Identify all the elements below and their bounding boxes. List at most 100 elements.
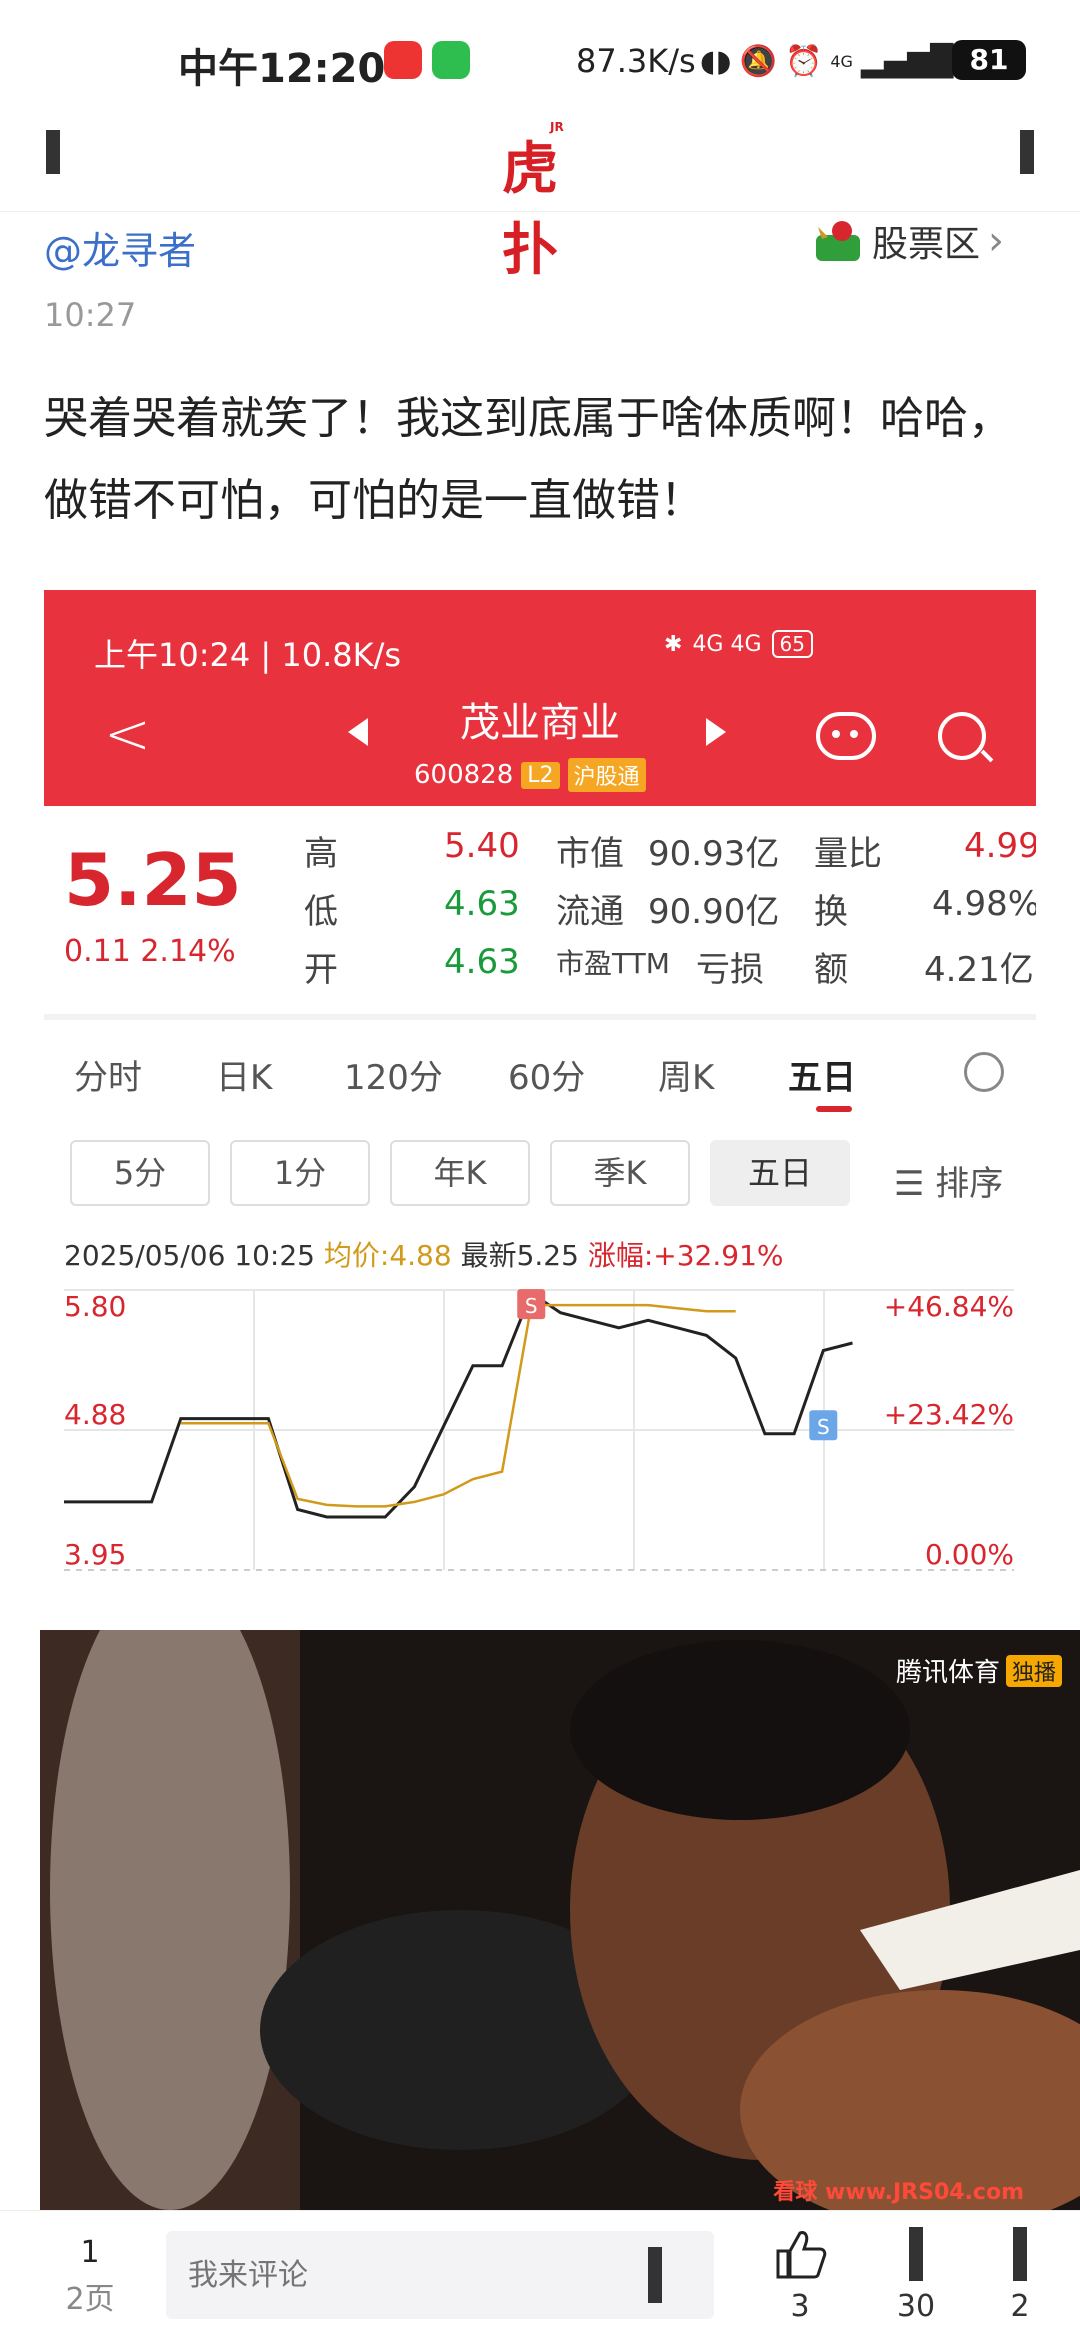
float-label: 流通 <box>556 892 624 932</box>
pe-value: 亏损 <box>696 950 764 990</box>
hupu-logo[interactable]: 虎扑 JR <box>498 120 588 283</box>
post-body: 哭着哭着就笑了！我这到底属于啥体质啊！哈哈，做错不可怕，可怕的是一直做错！ <box>44 393 1012 526</box>
period-tabs: 分时 日K 120分 60分 周K 五日 <box>44 1020 1036 1116</box>
active-tab-indicator <box>816 1106 852 1112</box>
tab-daily-k: 日K <box>216 1058 273 1098</box>
y-tick-left: 3.95 <box>64 1538 126 1571</box>
alarm-icon: ⏰ <box>784 43 823 79</box>
post-author[interactable]: @龙寻者 <box>44 220 196 275</box>
post-video[interactable]: 腾讯体育 独播 看球 www.JRS04.com <box>40 1630 1080 2210</box>
network-speed: 87.3K/s <box>576 42 696 80</box>
video-frame <box>40 1630 1080 2210</box>
next-stock-icon <box>706 718 726 746</box>
network-type: 4G <box>830 51 853 71</box>
trade-marker-label: S <box>817 1415 830 1439</box>
status-bar: 中午12:20 87.3K/s ◖◗ 🔕 ⏰ 4G ▂▄▆█ 81 <box>0 0 1080 120</box>
tag-l2: L2 <box>521 761 560 789</box>
post-image-stock-screenshot[interactable]: 上午10:24 | 10.8K/s ✱ 4G 4G 65 < 茂业商业 6008… <box>44 590 1036 1630</box>
quote-panel: 5.25 0.11 2.14% 高 5.40 低 4.63 开 4.63 市值 … <box>44 806 1036 1020</box>
y-tick-right: 0.00% <box>925 1538 1014 1571</box>
comment-icon <box>909 2227 923 2281</box>
like-button[interactable]: 3 <box>760 2227 840 2324</box>
bottom-bar: 1 2页 3 30 2 <box>0 2210 1080 2340</box>
mcap-label: 市值 <box>556 834 624 874</box>
search-icon <box>938 712 986 760</box>
wechat-icon <box>432 41 470 79</box>
left-menu-icon[interactable] <box>46 130 60 174</box>
video-watermark: 腾讯体育 独播 <box>896 1652 1062 1689</box>
mcap-value: 90.93亿 <box>648 834 780 874</box>
embedded-network: 4G 4G <box>692 631 762 657</box>
low-value: 4.63 <box>444 884 520 924</box>
stock-section-link[interactable]: 股票区 › <box>812 216 1004 266</box>
pe-label: 市盈TTM <box>556 947 670 980</box>
comment-count-button[interactable]: 30 <box>876 2227 956 2324</box>
amount-label: 额 <box>814 950 848 990</box>
netease-music-icon <box>384 41 422 79</box>
price-line <box>64 1290 853 1519</box>
y-tick-right: +46.84% <box>884 1290 1014 1323</box>
bull-icon <box>816 221 860 261</box>
high-value: 5.40 <box>444 826 520 866</box>
tab-five-day: 五日 <box>788 1058 856 1098</box>
share-icon <box>1013 2227 1027 2281</box>
high-label: 高 <box>304 834 338 874</box>
open-value: 4.63 <box>444 942 520 982</box>
amount-value: 4.21亿 <box>924 950 1034 990</box>
period-chips: 5分 1分 年K 季K 五日 ☰ 排序 <box>44 1120 1036 1220</box>
y-tick-left: 4.88 <box>64 1398 126 1431</box>
turnover-label: 换 <box>814 892 848 932</box>
share-button[interactable]: 2 <box>980 2227 1060 2324</box>
emoji-icon[interactable] <box>648 2247 662 2303</box>
y-tick-left: 5.80 <box>64 1290 126 1323</box>
trade-marker-label: S <box>525 1294 538 1318</box>
stock-name: 茂业商业 <box>460 700 620 746</box>
page-total: 2页 <box>65 2282 115 2317</box>
like-count: 3 <box>790 2289 810 2324</box>
chip-5min: 5分 <box>70 1140 210 1206</box>
stock-section-label: 股票区 <box>872 224 981 265</box>
chip-five-day: 五日 <box>710 1140 850 1206</box>
chart-avg: 均价:4.88 <box>323 1239 452 1272</box>
chart-datetime: 2025/05/06 10:25 <box>64 1239 315 1272</box>
stock-app-header: 上午10:24 | 10.8K/s ✱ 4G 4G 65 < 茂业商业 6008… <box>44 590 1036 806</box>
tab-120min: 120分 <box>344 1058 443 1098</box>
battery-level: 81 <box>952 40 1026 80</box>
chart-change: 涨幅:+32.91% <box>587 1239 784 1272</box>
stock-price: 5.25 <box>64 838 242 922</box>
turnover-value: 4.98% <box>932 884 1036 924</box>
thumbs-up-icon <box>776 2231 827 2279</box>
comment-input[interactable] <box>166 2231 714 2319</box>
float-value: 90.90亿 <box>648 892 780 932</box>
chip-quarter-k: 季K <box>550 1140 690 1206</box>
tab-60min: 60分 <box>508 1058 586 1098</box>
bluetooth-icon: ✱ <box>664 631 683 657</box>
vr-value: 4.99 <box>964 826 1036 866</box>
comment-count: 30 <box>896 2289 936 2324</box>
tab-weekly-k: 周K <box>658 1058 715 1098</box>
five-day-chart: 2025/05/06 10:25 均价:4.88 最新5.25 涨幅:+32.9… <box>44 1230 1036 1630</box>
chip-1min: 1分 <box>230 1140 370 1206</box>
stock-code: 600828 <box>414 760 514 790</box>
y-tick-right: +23.42% <box>884 1398 1014 1431</box>
tag-hgt: 沪股通 <box>567 758 646 792</box>
chevron-right-icon: › <box>988 218 1005 264</box>
right-menu-icon[interactable] <box>1020 130 1034 174</box>
status-time: 中午12:20 <box>178 46 386 92</box>
sort-button: ☰ 排序 <box>894 1164 1004 1204</box>
chart-latest: 最新5.25 <box>460 1239 579 1272</box>
open-label: 开 <box>304 950 338 990</box>
signal-icon: ▂▄▆█ <box>860 43 954 79</box>
mute-icon: 🔕 <box>739 43 777 79</box>
app-header: 虎扑 JR <box>0 120 1080 283</box>
low-label: 低 <box>304 892 338 932</box>
post-time: 10:27 <box>44 296 137 334</box>
page-current: 1 <box>80 2235 100 2270</box>
embedded-battery: 65 <box>771 630 813 658</box>
embedded-status-time: 上午10:24 | 10.8K/s <box>94 636 402 674</box>
earbuds-icon: ◖◗ <box>700 43 732 79</box>
page-indicator[interactable]: 1 2页 <box>60 2235 120 2318</box>
stock-change: 0.11 2.14% <box>64 934 236 969</box>
video-url-watermark: 看球 www.JRS04.com <box>773 2180 1024 2205</box>
chip-year-k: 年K <box>390 1140 530 1206</box>
